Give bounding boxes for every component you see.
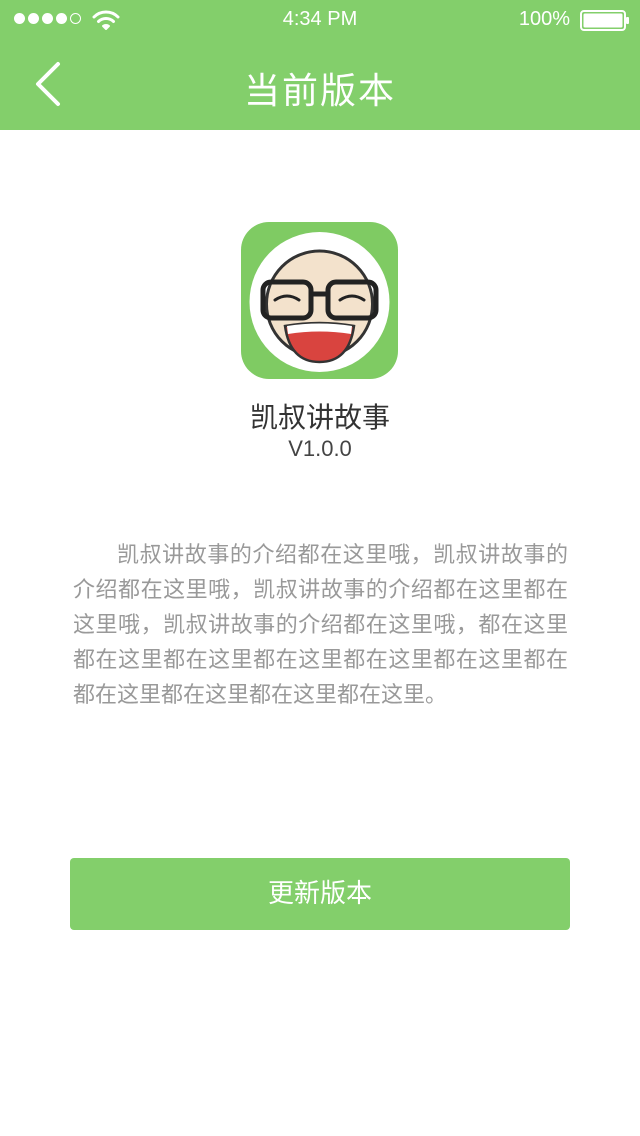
app-name: 凯叔讲故事 — [249, 401, 390, 434]
app-version: V1.0.0 — [288, 436, 352, 461]
battery-icon — [580, 10, 629, 31]
update-version-button[interactable]: 更新版本 — [70, 858, 570, 930]
battery-percent: 100% — [518, 8, 570, 30]
nav-bar: 当前版本 — [0, 40, 640, 130]
app-description: 凯叔讲故事的介绍都在这里哦，凯叔讲故事的介绍都在这里哦，凯叔讲故事的介绍都在这里… — [73, 543, 568, 708]
app-logo-icon — [241, 222, 398, 379]
version-screen: 4:34 PM 100% 当前版本 凯叔讲故事 V1.0.0 凯叔讲故事的介绍都… — [0, 0, 640, 1136]
header: 4:34 PM 100% 当前版本 — [0, 0, 640, 130]
status-bar: 4:34 PM 100% — [0, 0, 640, 40]
page-title: 当前版本 — [243, 71, 396, 112]
